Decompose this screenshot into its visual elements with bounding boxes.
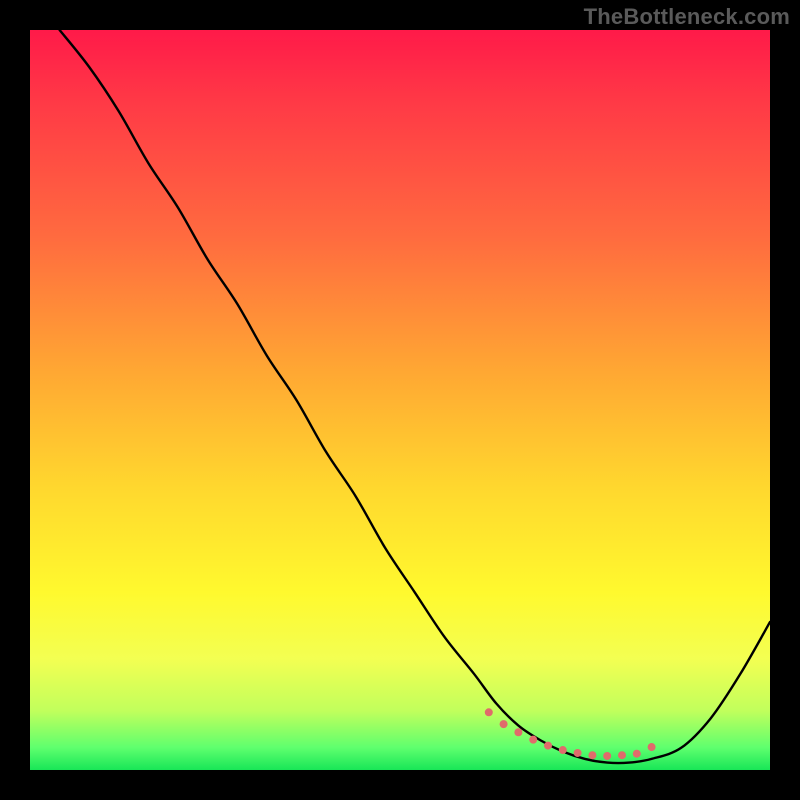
highlight-dot [559,746,567,754]
highlight-dot [648,743,656,751]
plot-area [30,30,770,770]
highlight-dot [529,736,537,744]
highlight-dot [485,708,493,716]
highlight-dot [588,751,596,759]
chart-frame: TheBottleneck.com [0,0,800,800]
highlight-dots-group [485,708,656,760]
highlight-dot [633,750,641,758]
watermark-label: TheBottleneck.com [584,4,790,30]
highlight-dot [544,742,552,750]
highlight-dot [500,720,508,728]
highlight-dot [514,728,522,736]
highlight-dot [618,751,626,759]
highlight-dot [574,749,582,757]
chart-svg [30,30,770,770]
bottleneck-curve-path [60,30,770,763]
highlight-dot [603,752,611,760]
